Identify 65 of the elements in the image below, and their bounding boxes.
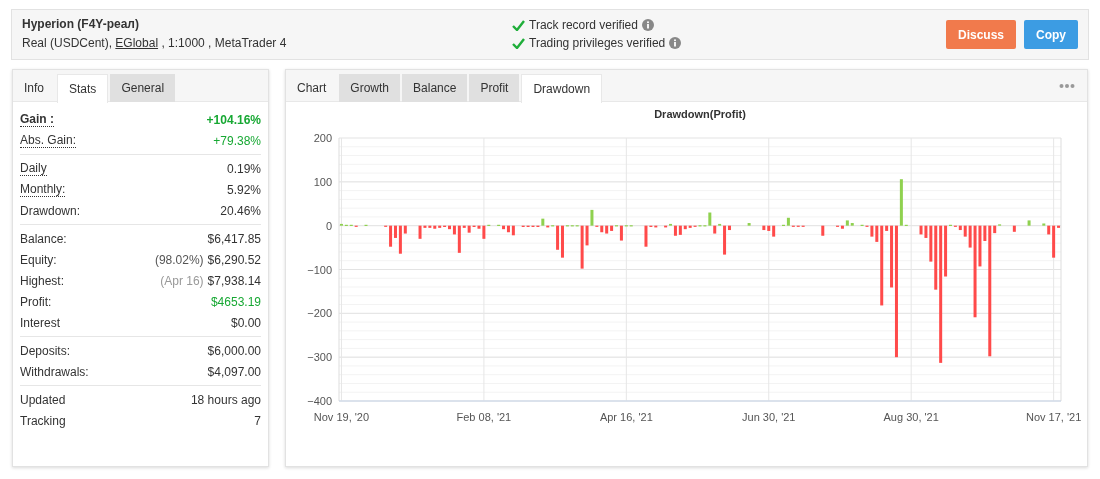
stat-label: Monthly: [20, 182, 66, 197]
y-axis-label: −200 [307, 307, 332, 320]
stat-note: (Apr 16) [160, 272, 204, 290]
stat-value: $6,290.52 [207, 251, 261, 269]
x-axis-label: Nov 19, '20 [313, 411, 370, 423]
stat-label: Profit: [20, 293, 52, 311]
stat-label: Daily [20, 161, 47, 176]
stat-label: Gain : [20, 112, 54, 127]
stat-value: $4,097.00 [207, 363, 261, 381]
x-axis-label: Feb 08, '21 [456, 411, 512, 423]
tab[interactable]: Balance [402, 74, 468, 102]
verification-label: Trading privileges verified [529, 35, 666, 52]
tab[interactable]: Drawdown [521, 74, 603, 103]
y-axis-label: −100 [307, 263, 332, 276]
stat-value: +104.16% [206, 111, 261, 129]
x-axis-label: Nov 17, '21 [1026, 411, 1082, 423]
stat-value: $7,938.14 [207, 272, 261, 290]
stat-label: Updated [20, 391, 66, 409]
stat-value: 5.92% [226, 181, 261, 199]
stat-label: Equity: [20, 251, 57, 269]
stat-value: $6,417.85 [207, 230, 261, 248]
account-details: Real (USDCent), EGlobal , 1:1000 , MetaTrader 4 [22, 35, 288, 52]
stat-label: Abs. Gain: [20, 133, 77, 148]
tab[interactable]: Info [13, 74, 55, 102]
stat-label: Deposits: [20, 342, 71, 360]
tab[interactable]: Chart [286, 74, 338, 102]
stat-label: Withdrawals: [20, 363, 89, 381]
stat-label: Highest: [20, 272, 65, 290]
stat-value: 20.46% [220, 202, 261, 220]
stat-value: 7 [254, 412, 261, 430]
tab[interactable]: Stats [57, 74, 109, 103]
stat-value: $4653.19 [210, 293, 261, 311]
check-icon [512, 37, 525, 49]
y-axis-label: 100 [313, 175, 332, 188]
broker-link[interactable]: EGlobal [115, 36, 159, 50]
stat-value: $0.00 [230, 314, 261, 332]
x-axis-label: Jun 30, '21 [742, 411, 796, 423]
info-icon[interactable] [669, 37, 682, 49]
chart-bar [821, 225, 825, 236]
y-axis-label: 0 [325, 219, 332, 232]
stat-value: 0.19% [226, 160, 261, 178]
stat-label: Tracking [20, 412, 66, 430]
verification-label: Track record verified [529, 17, 638, 34]
y-axis-label: −300 [307, 351, 332, 364]
chart-bar [1012, 225, 1016, 232]
stat-label: Interest [20, 314, 61, 332]
tab[interactable]: General [110, 74, 176, 102]
y-axis-label: 200 [313, 132, 332, 144]
stat-value: $6,000.00 [207, 342, 261, 360]
check-icon [512, 19, 525, 31]
chart-title: Drawdown(Profit) [654, 108, 746, 120]
stat-label: Balance: [20, 230, 67, 248]
chart-bar [747, 223, 751, 226]
stat-label: Drawdown: [20, 202, 81, 220]
y-axis-label: −400 [307, 395, 332, 407]
x-axis-label: Apr 16, '21 [599, 411, 653, 423]
stat-value: 18 hours ago [190, 391, 261, 409]
chart-bar [1027, 220, 1031, 226]
tab[interactable]: Profit [469, 74, 520, 102]
tab[interactable]: Growth [339, 74, 401, 102]
account-title: Hyperion (F4Y-реал) [22, 16, 140, 32]
x-axis-label: Aug 30, '21 [883, 411, 939, 423]
stat-note: (98.02%) [154, 251, 204, 269]
info-icon[interactable] [641, 19, 654, 31]
stat-value: +79.38% [213, 132, 261, 150]
